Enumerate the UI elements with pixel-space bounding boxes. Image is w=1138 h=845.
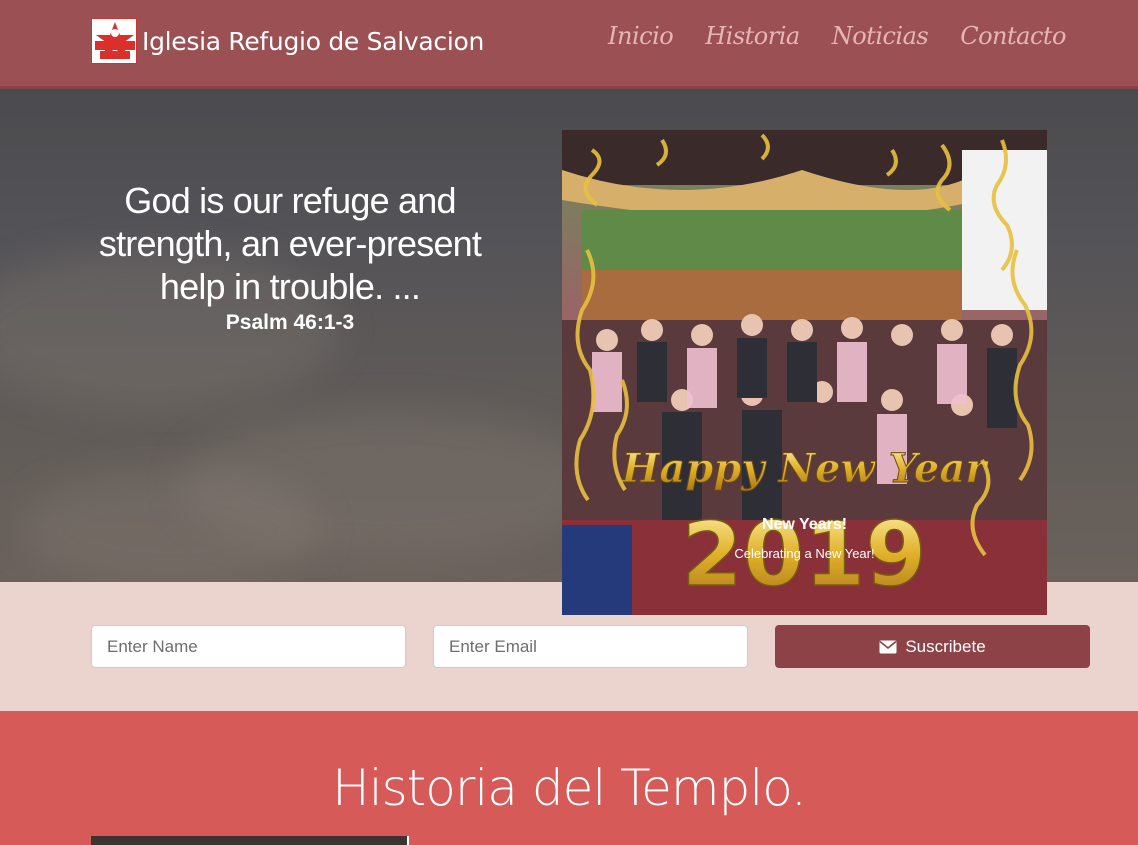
photo-carousel[interactable]: Happy New Year 2019 New Years! Celebrati… <box>562 130 1047 615</box>
brand-name[interactable]: Iglesia Refugio de Salvacion <box>142 27 484 56</box>
cloud-decoration <box>20 469 320 582</box>
main-nav: Inicio Historia Noticias Contacto <box>608 22 1066 50</box>
nav-inicio[interactable]: Inicio <box>608 22 674 50</box>
name-input[interactable] <box>91 625 406 668</box>
nav-noticias[interactable]: Noticias <box>832 22 929 50</box>
email-input[interactable] <box>433 625 748 668</box>
quote-reference: Psalm 46:1-3 <box>225 311 355 334</box>
navbar: Iglesia Refugio de Salvacion Inicio Hist… <box>0 0 1138 89</box>
carousel-next-icon[interactable]: › <box>1046 362 1047 385</box>
historia-image <box>91 836 409 845</box>
nav-historia[interactable]: Historia <box>705 22 800 50</box>
historia-section: Historia del Templo. <box>0 711 1138 845</box>
nav-contacto[interactable]: Contacto <box>960 22 1066 50</box>
caption-title: New Years! <box>761 516 848 533</box>
historia-title: Historia del Templo. <box>332 759 807 817</box>
scripture-quote: God is our refuge and strength, an ever-… <box>90 179 490 335</box>
subscribe-button-label: Suscribete <box>905 636 986 656</box>
caption-text: Celebrating a New Year! <box>734 546 875 561</box>
carousel-caption: New Years! Celebrating a New Year! <box>562 516 1047 561</box>
brand[interactable]: Iglesia Refugio de Salvacion <box>91 18 484 64</box>
quote-text: God is our refuge and strength, an ever-… <box>98 180 482 307</box>
church-logo <box>91 18 137 64</box>
subscribe-button[interactable]: Suscribete <box>775 625 1090 668</box>
banner-happy-new-year: Happy New Year <box>621 445 990 492</box>
envelope-icon <box>879 640 897 653</box>
